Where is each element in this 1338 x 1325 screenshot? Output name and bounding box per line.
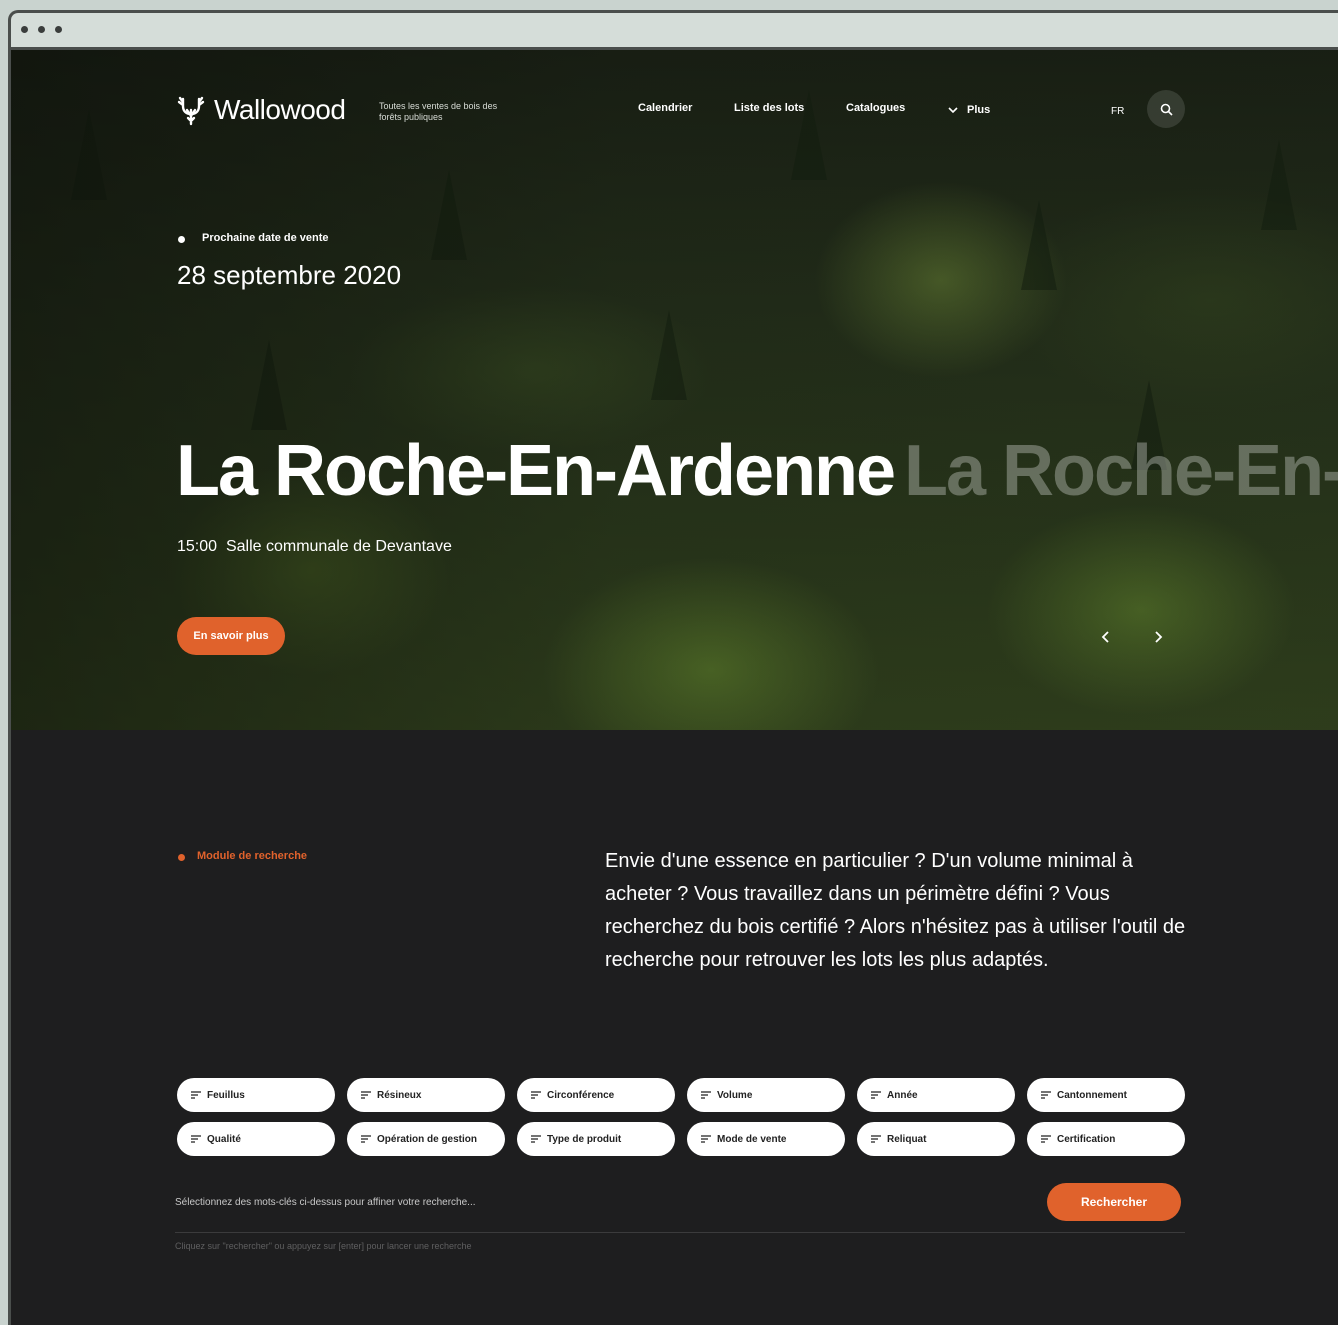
hero-banner: Wallowood Toutes les ventes de bois des …	[11, 50, 1338, 730]
filter-lines-icon	[191, 1135, 201, 1143]
browser-window: Wallowood Toutes les ventes de bois des …	[8, 10, 1338, 1325]
filter-chip-label: Circonférence	[547, 1089, 615, 1101]
nav-liste-des-lots[interactable]: Liste des lots	[734, 102, 804, 114]
filter-lines-icon	[1041, 1091, 1051, 1099]
learn-more-button[interactable]: En savoir plus	[177, 617, 285, 655]
filter-chip-label: Qualité	[207, 1133, 241, 1145]
search-intro-text: Envie d'une essence en particulier ? D'u…	[605, 850, 1186, 971]
window-control-dot[interactable]	[55, 26, 62, 33]
filter-chip[interactable]: Feuillus	[177, 1078, 335, 1112]
bullet-dot-accent	[178, 854, 185, 861]
filter-chip[interactable]: Circonférence	[517, 1078, 675, 1112]
window-control-dot[interactable]	[38, 26, 45, 33]
filter-chip-label: Opération de gestion	[377, 1133, 478, 1145]
sale-time: 15:00	[177, 538, 218, 555]
next-sale-label: Prochaine date de vente	[202, 232, 329, 244]
filter-chip-label: Mode de vente	[717, 1133, 787, 1145]
filter-chip[interactable]: Année	[857, 1078, 1015, 1112]
deer-antler-logo-icon[interactable]	[177, 96, 205, 126]
filter-chip-label: Feuillus	[207, 1089, 245, 1101]
filter-chip[interactable]: Résineux	[347, 1078, 505, 1112]
brand-tagline: Toutes les ventes de bois des forêts pub…	[379, 101, 498, 122]
filter-chip-label: Reliquat	[887, 1133, 927, 1145]
filter-chip[interactable]: Mode de vente	[687, 1122, 845, 1156]
bullet-dot	[178, 236, 185, 243]
filter-chip[interactable]: Opération de gestion	[347, 1122, 505, 1156]
window-titlebar	[11, 13, 1338, 50]
sale-time-location: 15:00 Salle communale de Devantave	[177, 538, 452, 556]
search-icon	[1160, 103, 1173, 116]
chevron-left-icon	[1101, 631, 1109, 643]
language-switch[interactable]: FR	[1111, 106, 1124, 117]
chevron-down-icon	[948, 107, 958, 114]
nav-plus-label: Plus	[967, 104, 991, 116]
sale-location: Salle communale de Devantave	[225, 538, 452, 555]
filter-chip-grid: Feuillus Résineux Circonférence Volume A…	[177, 1078, 1187, 1156]
chevron-right-icon	[1155, 631, 1163, 643]
filter-chip[interactable]: Cantonnement	[1027, 1078, 1185, 1112]
filter-chip-label: Résineux	[377, 1089, 422, 1101]
search-hint: Sélectionnez des mots-clés ci-dessus pou…	[175, 1197, 476, 1208]
hero-title: La Roche-En-Ardenne	[176, 431, 896, 511]
search-submit-button[interactable]: Rechercher	[1047, 1183, 1181, 1221]
filter-lines-icon	[531, 1135, 541, 1143]
carousel-prev-button[interactable]	[1099, 628, 1113, 651]
filter-lines-icon	[871, 1135, 881, 1143]
nav-catalogues[interactable]: Catalogues	[846, 102, 905, 114]
filter-chip[interactable]: Qualité	[177, 1122, 335, 1156]
filter-lines-icon	[701, 1135, 711, 1143]
nav-plus[interactable]: Plus	[947, 104, 990, 116]
divider	[175, 1232, 1185, 1233]
brand-name[interactable]: Wallowood	[214, 94, 346, 126]
filter-chip[interactable]: Volume	[687, 1078, 845, 1112]
filter-chip[interactable]: Certification	[1027, 1122, 1185, 1156]
filter-chip-label: Année	[887, 1089, 918, 1101]
filter-chip-label: Cantonnement	[1057, 1089, 1127, 1101]
nav-calendrier[interactable]: Calendrier	[638, 102, 692, 114]
search-button[interactable]	[1147, 90, 1185, 128]
search-subhint: Cliquez sur "rechercher" ou appuyez sur …	[175, 1241, 472, 1251]
filter-lines-icon	[531, 1091, 541, 1099]
filter-lines-icon	[1041, 1135, 1051, 1143]
filter-lines-icon	[871, 1091, 881, 1099]
window-control-dot[interactable]	[21, 26, 28, 33]
search-module-label: Module de recherche	[197, 850, 308, 862]
filter-chip-label: Certification	[1057, 1133, 1116, 1145]
next-sale-date: 28 septembre 2020	[177, 260, 402, 290]
filter-lines-icon	[701, 1091, 711, 1099]
filter-lines-icon	[361, 1135, 371, 1143]
carousel-next-button[interactable]	[1151, 628, 1165, 651]
filter-chip[interactable]: Type de produit	[517, 1122, 675, 1156]
filter-lines-icon	[191, 1091, 201, 1099]
filter-chip-label: Type de produit	[547, 1133, 622, 1145]
hero-title-next-slide: La Roche-En-	[904, 431, 1338, 511]
filter-chip[interactable]: Reliquat	[857, 1122, 1015, 1156]
filter-lines-icon	[361, 1091, 371, 1099]
filter-chip-label: Volume	[717, 1089, 753, 1101]
